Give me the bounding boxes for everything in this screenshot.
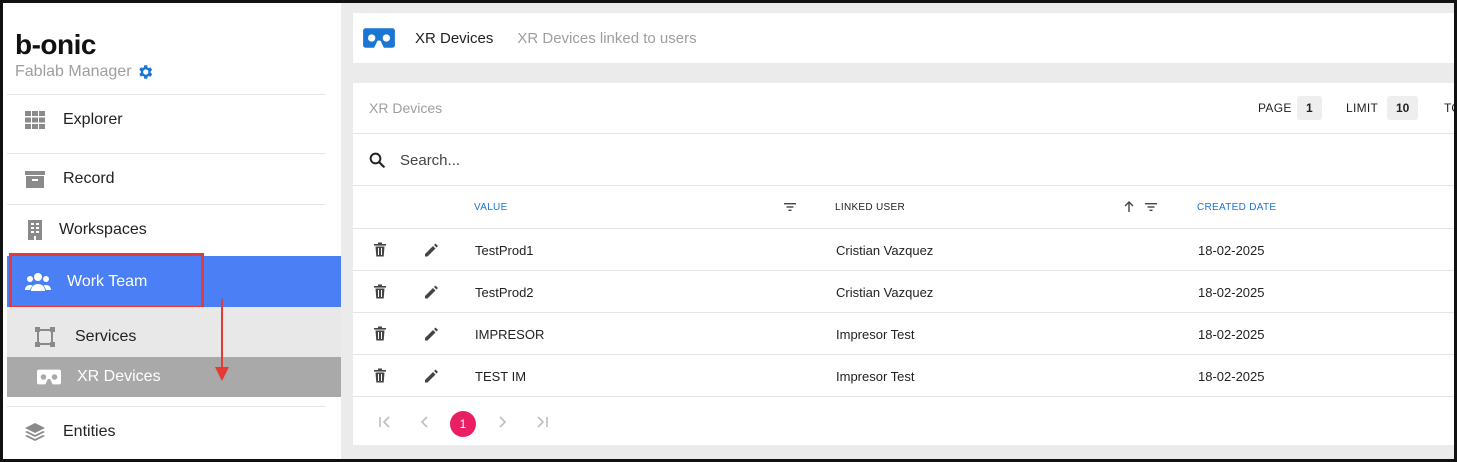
trash-icon[interactable] <box>373 326 387 341</box>
building-icon <box>23 218 47 242</box>
pagination: 1 <box>353 405 753 441</box>
layers-icon <box>23 420 47 444</box>
sidebar-item-label: Explorer <box>63 111 123 128</box>
cell-value: IMPRESOR <box>475 327 545 342</box>
pencil-icon[interactable] <box>424 284 438 299</box>
page-title: XR Devices <box>415 29 494 47</box>
table-row: TestProd2 Cristian Vazquez 18-02-2025 <box>353 271 1454 313</box>
table-row: TEST IM Impresor Test 18-02-2025 <box>353 355 1454 397</box>
trash-icon[interactable] <box>373 368 387 383</box>
pencil-icon[interactable] <box>424 242 438 257</box>
table-card: XR Devices PAGE 1 LIMIT 10 TO VALUE LINK… <box>353 83 1454 445</box>
screenshot-frame: b-onic Fablab Manager Explorer Record Wo… <box>0 0 1457 462</box>
column-header-created-date[interactable]: CREATED DATE <box>1197 202 1276 213</box>
pencil-icon[interactable] <box>424 326 438 341</box>
cell-linked-user: Impresor Test <box>836 369 915 384</box>
sidebar-item-label: XR Devices <box>77 368 161 385</box>
limit-input[interactable]: 10 <box>1387 96 1419 120</box>
sidebar-item-explorer[interactable]: Explorer <box>7 94 325 145</box>
sidebar: b-onic Fablab Manager Explorer Record Wo… <box>3 3 341 459</box>
highlight-box <box>9 253 204 309</box>
sidebar-item-record[interactable]: Record <box>7 153 325 204</box>
page-label: PAGE <box>1258 101 1292 115</box>
cell-linked-user: Cristian Vazquez <box>836 285 934 300</box>
sidebar-item-xr-devices[interactable]: XR Devices <box>7 357 341 397</box>
column-header-linked-user[interactable]: LINKED USER <box>835 202 905 213</box>
cell-value: TEST IM <box>475 369 527 384</box>
filter-icon[interactable] <box>1145 201 1157 213</box>
sidebar-item-workspaces[interactable]: Workspaces <box>7 204 325 255</box>
work-team-submenu: Services XR Devices <box>7 307 341 397</box>
last-page-icon[interactable] <box>535 415 549 429</box>
sidebar-item-label: Workspaces <box>59 221 147 238</box>
trash-icon[interactable] <box>373 284 387 299</box>
total-label: TO <box>1444 101 1454 115</box>
first-page-icon[interactable] <box>378 415 392 429</box>
pencil-icon[interactable] <box>424 368 438 383</box>
table-card-header: XR Devices PAGE 1 LIMIT 10 TO <box>353 83 1454 134</box>
cell-created-date: 18-02-2025 <box>1198 285 1265 300</box>
table-row: TestProd1 Cristian Vazquez 18-02-2025 <box>353 229 1454 271</box>
main-content: XR Devices XR Devices linked to users XR… <box>341 3 1454 459</box>
limit-label: LIMIT <box>1346 101 1379 115</box>
sidebar-item-services[interactable]: Services <box>7 317 341 357</box>
annotation-arrow-head <box>215 367 229 381</box>
cell-value: TestProd1 <box>475 243 534 258</box>
search-input[interactable] <box>400 151 1000 169</box>
page-description: XR Devices linked to users <box>517 29 697 47</box>
frame-icon <box>35 326 59 348</box>
previous-page-icon[interactable] <box>418 415 432 429</box>
sidebar-item-entities[interactable]: Entities <box>7 406 325 457</box>
filter-icon[interactable] <box>784 201 796 213</box>
annotation-arrow <box>221 299 223 369</box>
vr-headset-icon <box>37 366 61 388</box>
grid-icon <box>23 108 47 132</box>
page-input[interactable]: 1 <box>1297 96 1322 120</box>
app-subtitle: Fablab Manager <box>15 63 154 81</box>
cell-value: TestProd2 <box>475 285 534 300</box>
vr-headset-icon <box>363 28 395 48</box>
cell-linked-user: Impresor Test <box>836 327 915 342</box>
app-subtitle-text: Fablab Manager <box>15 63 132 80</box>
sort-ascending-icon[interactable] <box>1123 201 1135 213</box>
sidebar-item-label: Services <box>75 328 137 345</box>
cell-created-date: 18-02-2025 <box>1198 327 1265 342</box>
gear-icon[interactable] <box>136 63 154 81</box>
search-bar <box>353 135 1454 186</box>
archive-icon <box>23 167 47 191</box>
search-icon <box>369 152 385 168</box>
page-header: XR Devices XR Devices linked to users <box>353 13 1454 63</box>
cell-created-date: 18-02-2025 <box>1198 243 1265 258</box>
brand-logo: b-onic <box>15 29 97 60</box>
trash-icon[interactable] <box>373 242 387 257</box>
column-header-value[interactable]: VALUE <box>474 202 508 213</box>
current-page-button[interactable]: 1 <box>450 411 476 437</box>
next-page-icon[interactable] <box>495 415 509 429</box>
table-title: XR Devices <box>369 100 443 116</box>
table-header: VALUE LINKED USER CREATED DATE <box>353 187 1454 229</box>
cell-linked-user: Cristian Vazquez <box>836 243 934 258</box>
cell-created-date: 18-02-2025 <box>1198 369 1265 384</box>
sidebar-item-label: Record <box>63 170 115 187</box>
sidebar-item-label: Entities <box>63 423 116 440</box>
table-row: IMPRESOR Impresor Test 18-02-2025 <box>353 313 1454 355</box>
